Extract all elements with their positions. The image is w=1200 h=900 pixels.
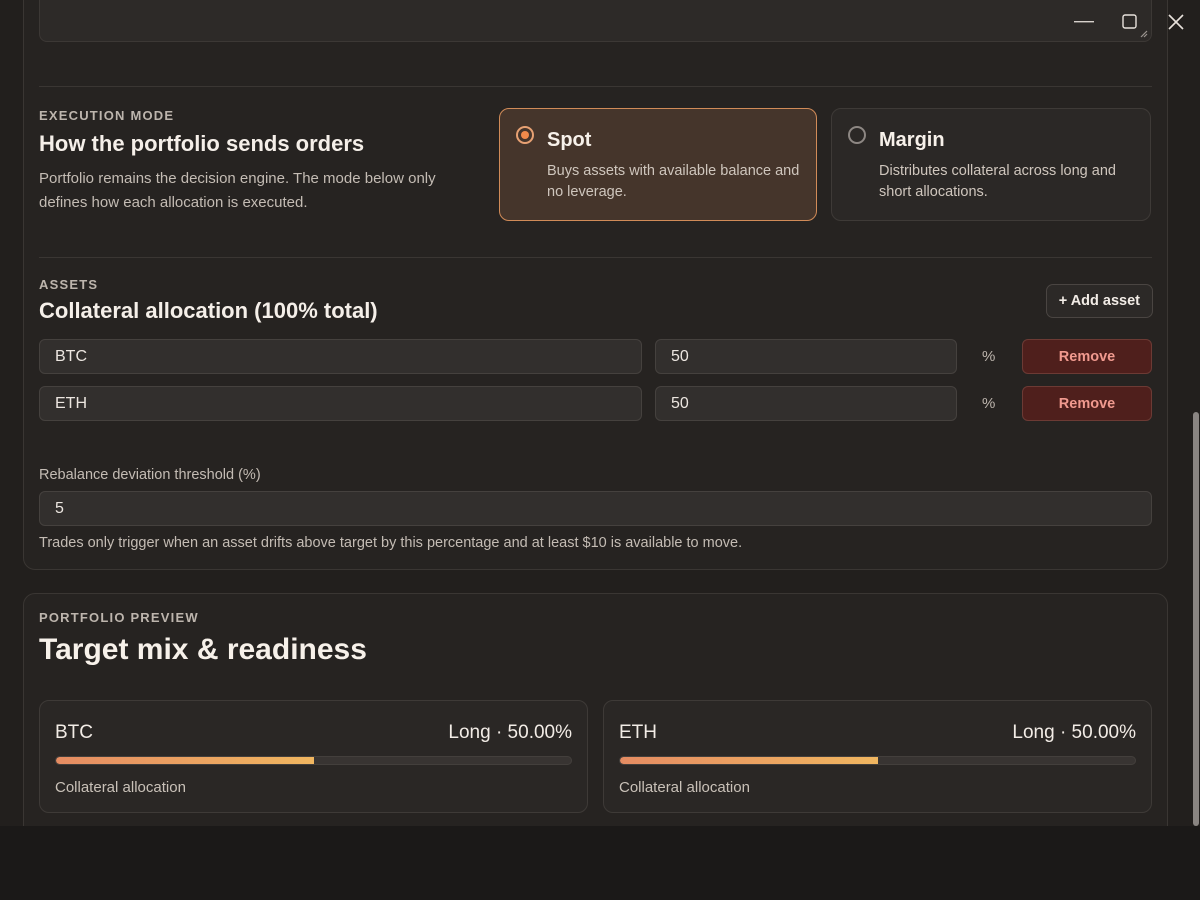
radio-unselected-icon[interactable] <box>848 126 866 144</box>
mode-description: Distributes collateral across long and s… <box>879 163 1116 200</box>
asset-percent-input[interactable]: 50 <box>655 339 957 374</box>
mix-card-eth: ETH Long · 50.00% Collateral allocation <box>603 700 1152 813</box>
mix-caption: Collateral allocation <box>55 779 186 796</box>
mix-card-btc: BTC Long · 50.00% Collateral allocation <box>39 700 588 813</box>
mix-symbol: ETH <box>619 722 657 743</box>
remove-asset-button[interactable]: Remove <box>1022 339 1152 374</box>
assets-eyebrow: ASSETS <box>39 277 99 292</box>
assets-header: ASSETS Collateral allocation (100% total… <box>39 277 378 324</box>
asset-symbol-input[interactable]: BTC <box>39 339 642 374</box>
divider <box>39 86 1152 87</box>
mode-description: Buys assets with available balance and n… <box>547 163 800 200</box>
asset-row: BTC 50 % Remove <box>39 339 1152 374</box>
scrollbar[interactable] <box>1192 0 1200 826</box>
scrollbar-thumb[interactable] <box>1193 412 1199 826</box>
percent-sign: % <box>982 348 996 365</box>
preview-title: Target mix & readiness <box>39 633 367 666</box>
asset-row: ETH 50 % Remove <box>39 386 1152 421</box>
asset-symbol-input[interactable]: ETH <box>39 386 642 421</box>
allocation-bar-fill <box>620 757 878 764</box>
mix-symbol: BTC <box>55 722 93 743</box>
execution-description: Portfolio remains the decision engine. T… <box>39 170 436 211</box>
maximize-icon[interactable] <box>1120 8 1140 36</box>
remove-asset-button[interactable]: Remove <box>1022 386 1152 421</box>
mix-side-percent: Long · 50.00% <box>1012 722 1136 743</box>
mix-caption: Collateral allocation <box>619 779 750 796</box>
preview-eyebrow: PORTFOLIO PREVIEW <box>39 610 199 625</box>
execution-eyebrow: EXECUTION MODE <box>39 108 175 123</box>
mode-option-spot[interactable]: Spot Buys assets with available balance … <box>499 108 817 221</box>
notes-textarea[interactable] <box>39 0 1152 42</box>
asset-percent-input[interactable]: 50 <box>655 386 957 421</box>
execution-mode-header: EXECUTION MODE How the portfolio sends o… <box>39 108 469 215</box>
divider <box>39 257 1152 258</box>
portfolio-preview-card: PORTFOLIO PREVIEW Target mix & readiness… <box>23 593 1168 826</box>
mode-option-margin[interactable]: Margin Distributes collateral across lon… <box>831 108 1151 221</box>
threshold-label: Rebalance deviation threshold (%) <box>39 467 261 483</box>
add-asset-button[interactable]: + Add asset <box>1045 284 1153 318</box>
app-viewport: EXECUTION MODE How the portfolio sends o… <box>0 0 1200 826</box>
radio-selected-icon[interactable] <box>516 126 534 144</box>
strategy-config-card: EXECUTION MODE How the portfolio sends o… <box>23 0 1168 570</box>
execution-title: How the portfolio sends orders <box>39 131 365 156</box>
mode-title: Margin <box>879 129 945 151</box>
preview-header: PORTFOLIO PREVIEW Target mix & readiness <box>39 610 367 667</box>
allocation-bar <box>55 756 572 765</box>
mode-title: Spot <box>547 129 592 151</box>
threshold-input[interactable]: 5 <box>39 491 1152 526</box>
allocation-bar-fill <box>56 757 314 764</box>
window-controls <box>1074 8 1186 36</box>
close-icon[interactable] <box>1166 8 1186 36</box>
threshold-help-text: Trades only trigger when an asset drifts… <box>39 535 743 551</box>
allocation-bar <box>619 756 1136 765</box>
minimize-icon[interactable] <box>1074 8 1094 36</box>
mix-side-percent: Long · 50.00% <box>448 722 572 743</box>
percent-sign: % <box>982 395 996 412</box>
assets-title: Collateral allocation (100% total) <box>39 298 378 323</box>
